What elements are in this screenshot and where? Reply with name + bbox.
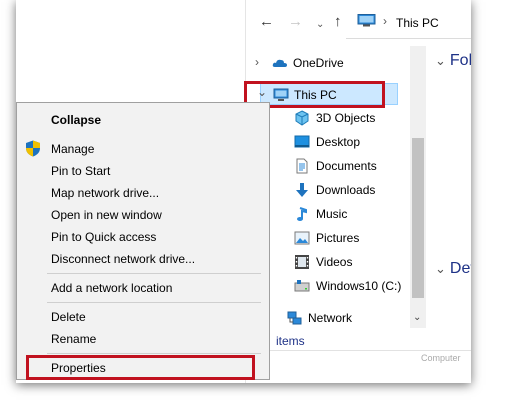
menu-item-open-in-new-window[interactable]: Open in new window <box>51 208 162 222</box>
scroll-down-arrow-icon[interactable]: ⌄ <box>413 312 421 323</box>
menu-item-disconnect-network-drive[interactable]: Disconnect network drive... <box>51 252 195 266</box>
nav-item-label: Windows10 (C:) <box>316 279 402 293</box>
network-icon <box>287 311 302 325</box>
group-header-label: Devic <box>449 260 471 277</box>
nav-item-music[interactable]: Music <box>246 203 426 225</box>
nav-item-label: Downloads <box>316 183 376 197</box>
menu-item-pin-to-quick-access[interactable]: Pin to Quick access <box>51 230 156 244</box>
menu-separator <box>47 273 261 274</box>
menu-separator <box>47 353 261 354</box>
address-breadcrumb-this-pc[interactable]: This PC <box>396 16 439 30</box>
nav-item-desktop[interactable]: Desktop <box>246 131 426 153</box>
nav-item-label: Documents <box>316 159 377 173</box>
picture-icon <box>294 231 310 245</box>
address-bar-underline <box>346 38 471 39</box>
chevron-right-icon[interactable]: › <box>255 55 259 69</box>
group-header-folders[interactable]: ⌄Folde <box>435 52 471 70</box>
chevron-down-icon[interactable]: ⌄ <box>435 261 446 276</box>
group-header-label: Folde <box>449 52 471 69</box>
menu-item-map-network-drive[interactable]: Map network drive... <box>51 186 159 200</box>
back-button[interactable]: ← <box>259 14 274 30</box>
nav-item-onedrive[interactable]: › OneDrive <box>246 52 426 74</box>
nav-item-windows10-drive[interactable]: Windows10 (C:) <box>246 275 426 297</box>
address-separator[interactable]: › <box>383 14 387 28</box>
film-icon <box>295 255 309 269</box>
nav-item-label: Pictures <box>316 231 360 245</box>
nav-item-label: 3D Objects <box>316 111 376 125</box>
menu-item-manage[interactable]: Manage <box>51 142 94 156</box>
recent-locations-button[interactable]: ⌄ <box>316 17 324 33</box>
nav-item-label: OneDrive <box>293 56 344 70</box>
document-icon <box>296 158 308 174</box>
nav-item-downloads[interactable]: Downloads <box>246 179 426 201</box>
desktop-icon <box>294 135 310 148</box>
nav-item-network[interactable]: Network <box>246 307 426 329</box>
status-bar-divider <box>266 350 471 351</box>
cube-icon <box>295 110 309 126</box>
up-button[interactable]: ↑ <box>334 14 342 30</box>
nav-item-label: Desktop <box>316 135 361 149</box>
nav-item-pictures[interactable]: Pictures <box>246 227 426 249</box>
chevron-down-icon[interactable]: ⌄ <box>435 53 446 68</box>
nav-item-3d-objects[interactable]: 3D Objects <box>246 107 426 129</box>
watermark-text: Computer <box>421 353 461 363</box>
menu-separator <box>47 302 261 303</box>
file-explorer-window: ← → ⌄ ↑ › This PC › OneDrive ⌄ This PC 3… <box>245 0 471 383</box>
download-arrow-icon <box>296 183 308 197</box>
nav-pane-scrollbar[interactable]: ⌄ <box>410 46 426 328</box>
drive-icon <box>294 280 310 292</box>
status-items-count: items <box>276 334 305 348</box>
menu-item-rename[interactable]: Rename <box>51 332 96 346</box>
cloud-icon <box>272 59 287 67</box>
nav-item-documents[interactable]: Documents <box>246 155 426 177</box>
group-header-devices[interactable]: ⌄Devic <box>435 260 471 278</box>
menu-item-collapse[interactable]: Collapse <box>51 113 101 127</box>
nav-item-label: Music <box>316 207 348 221</box>
scrollbar-thumb[interactable] <box>412 138 424 298</box>
menu-item-add-network-location[interactable]: Add a network location <box>51 281 172 295</box>
menu-item-pin-to-start[interactable]: Pin to Start <box>51 164 110 178</box>
shield-icon <box>26 140 40 157</box>
content-pane: ⌄Folde ⌄Devic <box>427 46 471 336</box>
menu-item-delete[interactable]: Delete <box>51 310 86 324</box>
context-menu: Collapse Manage Pin to Start Map network… <box>16 102 270 380</box>
navigation-toolbar: ← → ⌄ ↑ › This PC <box>246 0 471 46</box>
nav-item-videos[interactable]: Videos <box>246 251 426 273</box>
computer-icon <box>357 14 376 27</box>
properties-highlight-box <box>26 355 255 380</box>
forward-button[interactable]: → <box>288 14 303 30</box>
music-note-icon <box>297 207 307 221</box>
nav-item-label: Videos <box>316 255 353 269</box>
nav-item-label: Network <box>308 311 353 325</box>
